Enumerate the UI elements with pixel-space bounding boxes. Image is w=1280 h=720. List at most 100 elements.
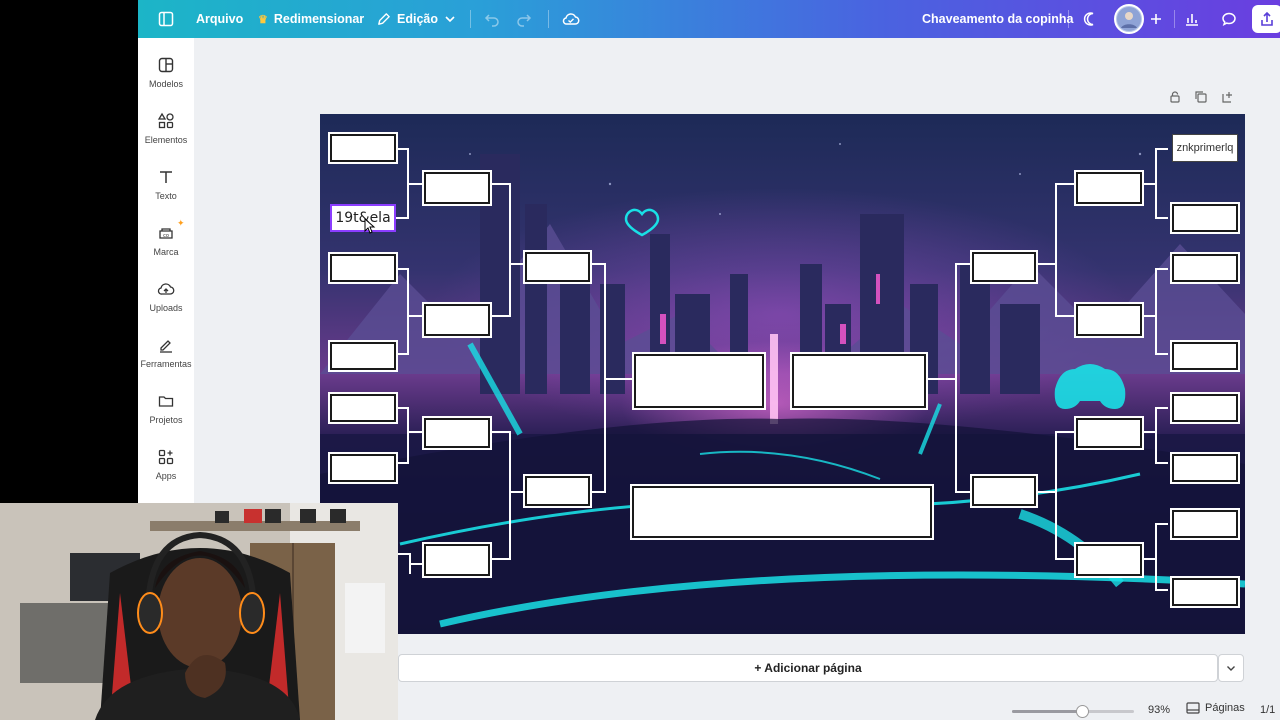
apps-icon (158, 449, 174, 465)
sidebar-item-label: Modelos (148, 79, 184, 89)
undo-button[interactable] (478, 5, 506, 33)
bracket-slot-text: 19t&ela (335, 210, 391, 226)
zoom-slider-fill (1012, 710, 1082, 713)
upload-icon (157, 283, 175, 295)
panel-toggle-button[interactable] (152, 5, 180, 33)
bracket-slot-left-r1-5[interactable] (328, 392, 398, 424)
bracket-slot-left-r1-3[interactable] (328, 252, 398, 284)
zoom-slider[interactable] (1012, 705, 1134, 718)
sidebar-item-apps[interactable]: Apps (138, 440, 194, 492)
plus-icon (1151, 14, 1161, 24)
comment-icon (1222, 12, 1236, 27)
add-page-options-button[interactable] (1218, 654, 1244, 682)
resize-button[interactable]: ♛ Redimensionar (258, 0, 364, 38)
add-page-label: + Adicionar página (754, 661, 862, 675)
webcam-overlay (0, 503, 398, 720)
bracket-slot-left-r2-2[interactable] (422, 302, 492, 338)
sidebar-item-uploads[interactable]: Uploads (138, 272, 194, 324)
bracket-slot-semifinal-left[interactable] (632, 352, 766, 410)
bracket-slot-left-r2-3[interactable] (422, 416, 492, 450)
bracket-slot-right-r1-5[interactable] (1170, 392, 1240, 424)
page-count: 1/1 (1260, 704, 1276, 716)
panel-toggle-icon (158, 11, 174, 27)
edit-mode-button[interactable]: Edição (376, 0, 456, 38)
avatar[interactable] (1114, 4, 1144, 34)
resize-label: Redimensionar (273, 12, 365, 26)
pages-button[interactable]: Páginas (1186, 702, 1245, 714)
bracket-slot-text: znkprimerlq (1176, 142, 1234, 154)
bracket-slot-left-r2-1[interactable] (422, 170, 492, 206)
bracket-slot-right-r1-8[interactable] (1170, 576, 1240, 608)
bracket-slot-left-r1-6[interactable] (328, 452, 398, 484)
chevron-down-icon (445, 16, 455, 23)
bracket-slot-right-r1-1[interactable]: znkprimerlq (1172, 134, 1238, 162)
bracket-slot-right-r1-7[interactable] (1170, 508, 1240, 540)
zoom-slider-thumb[interactable] (1075, 705, 1089, 718)
pencil-icon (378, 12, 390, 25)
template-icon (158, 57, 174, 73)
cloud-check-icon (562, 13, 580, 25)
sidebar-item-projects[interactable]: Projetos (138, 384, 194, 436)
cloud-save-button[interactable] (557, 5, 585, 33)
add-page-button[interactable]: + Adicionar página (398, 654, 1218, 682)
redo-button[interactable] (510, 5, 538, 33)
crown-icon: ♛ (258, 13, 268, 26)
file-menu-button[interactable]: Arquivo (196, 0, 243, 38)
bracket-slot-left-r1-2[interactable]: 19t&ela (330, 204, 396, 232)
page-toolbar (1168, 90, 1234, 104)
sidebar-item-label: Marca (153, 247, 179, 257)
side-panel: Modelos Elementos Texto co Marca ✦ Uploa… (138, 38, 194, 508)
bracket-slot-champion[interactable] (630, 484, 934, 540)
folder-icon (158, 396, 174, 407)
edit-mode-label: Edição (397, 12, 438, 26)
bracket-slot-right-r2-2[interactable] (1074, 302, 1144, 338)
bracket-slot-right-r1-4[interactable] (1170, 340, 1240, 372)
sidebar-item-text[interactable]: Texto (138, 160, 194, 212)
new-badge-icon: ✦ (177, 218, 185, 228)
sidebar-item-label: Ferramentas (140, 359, 192, 369)
bracket-slot-left-r3-2[interactable] (523, 474, 592, 508)
document-title[interactable]: Chaveamento da copinha (922, 0, 1073, 38)
add-page-icon[interactable] (1220, 90, 1234, 104)
document-title-label: Chaveamento da copinha (922, 12, 1074, 26)
insights-button[interactable] (1178, 5, 1206, 33)
invite-button[interactable] (1142, 5, 1170, 33)
comments-button[interactable] (1215, 5, 1243, 33)
bracket-slot-left-r1-1[interactable] (328, 132, 398, 164)
dark-mode-button[interactable] (1076, 5, 1104, 33)
bracket-slot-right-r3-1[interactable] (970, 250, 1038, 284)
sidebar-item-brand[interactable]: co Marca ✦ (138, 216, 194, 268)
duplicate-page-icon[interactable] (1194, 90, 1208, 104)
bracket-slot-right-r1-3[interactable] (1170, 252, 1240, 284)
share-button[interactable] (1252, 5, 1280, 33)
moon-icon (1083, 12, 1094, 26)
bracket-slot-right-r1-2[interactable] (1170, 202, 1240, 234)
pages-icon (1186, 702, 1200, 714)
design-canvas[interactable]: 19t&ela znkprimerlq (320, 114, 1245, 634)
sidebar-item-label: Projetos (149, 415, 183, 425)
bracket-slot-left-r3-1[interactable] (523, 250, 592, 284)
zoom-level[interactable]: 93% (1148, 704, 1170, 716)
elements-icon (157, 112, 174, 129)
sidebar-item-label: Apps (155, 471, 177, 481)
svg-text:co: co (163, 233, 169, 239)
bracket-slot-left-r2-4[interactable] (422, 542, 492, 578)
bracket-slot-right-r1-6[interactable] (1170, 452, 1240, 484)
bracket-slot-left-r1-4[interactable] (328, 340, 398, 372)
lock-icon[interactable] (1168, 90, 1182, 104)
sidebar-item-tools[interactable]: Ferramentas (138, 328, 194, 380)
sidebar-item-templates[interactable]: Modelos (138, 48, 194, 100)
chevron-down-icon (1227, 666, 1235, 671)
text-icon (160, 171, 172, 183)
sidebar-item-elements[interactable]: Elementos (138, 104, 194, 156)
file-menu-label: Arquivo (196, 12, 244, 26)
toolbar-divider (1174, 10, 1175, 28)
bracket-slot-right-r2-1[interactable] (1074, 170, 1144, 206)
bracket-slot-right-r2-4[interactable] (1074, 542, 1144, 578)
bracket-slot-right-r3-2[interactable] (970, 474, 1038, 508)
sidebar-item-label: Elementos (144, 135, 188, 145)
user-avatar-icon (1117, 7, 1141, 31)
bracket-slot-semifinal-right[interactable] (790, 352, 928, 410)
bracket-slot-right-r2-3[interactable] (1074, 416, 1144, 450)
redo-icon (517, 14, 532, 27)
